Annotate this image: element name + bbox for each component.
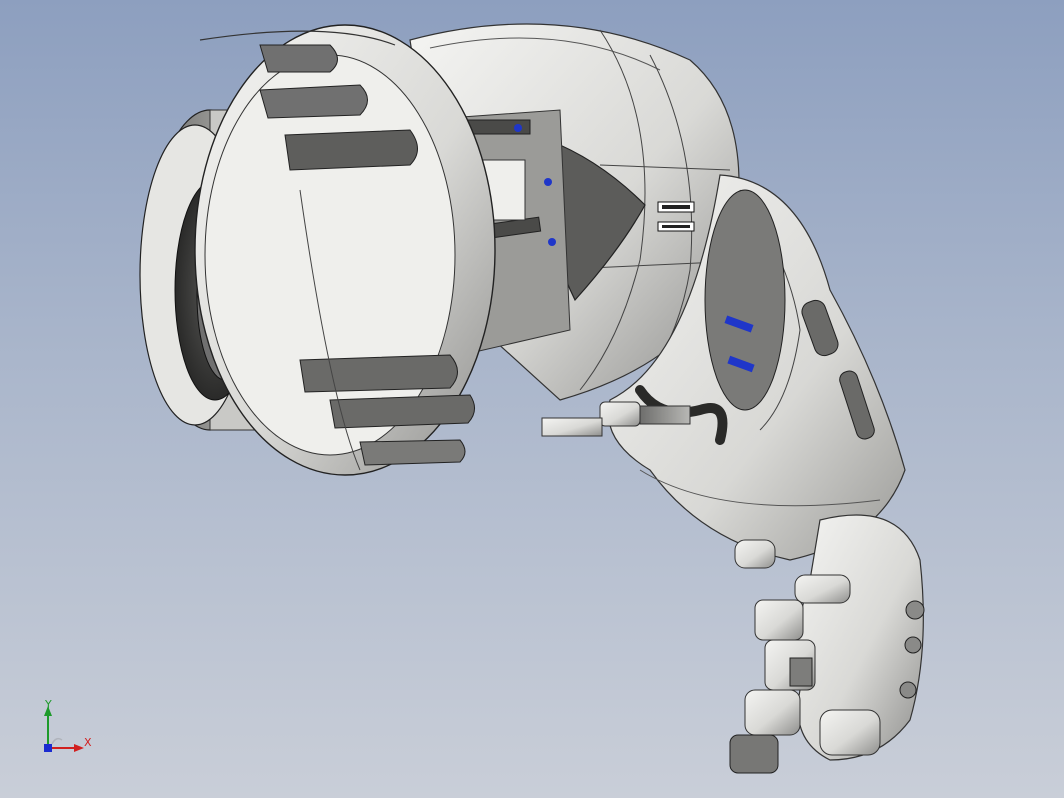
shoulder-ring bbox=[194, 24, 496, 476]
x-axis-label: X bbox=[84, 736, 92, 749]
graphics-viewport[interactable]: X Y bbox=[0, 0, 1064, 798]
z-rotation-arc bbox=[51, 737, 63, 745]
x-axis-arrow bbox=[74, 744, 84, 752]
robot-arm-model[interactable] bbox=[0, 0, 1064, 798]
z-axis-marker bbox=[44, 744, 52, 752]
y-axis-label: Y bbox=[45, 698, 52, 711]
wrist-hand-assembly bbox=[729, 514, 925, 774]
